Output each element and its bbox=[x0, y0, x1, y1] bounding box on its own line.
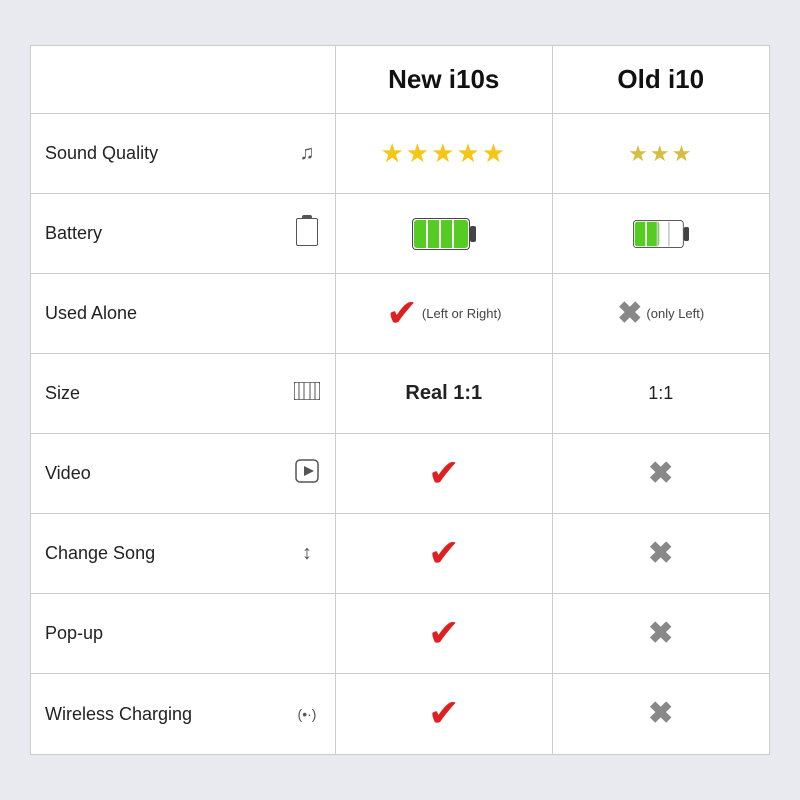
label-video: Video bbox=[31, 434, 336, 513]
stars-old: ★★★ bbox=[628, 141, 693, 167]
old-battery bbox=[553, 194, 770, 273]
new-size: Real 1:1 bbox=[336, 354, 553, 433]
new-sound-quality: ★★★★★ bbox=[336, 114, 553, 193]
used-alone-note-old: (only Left) bbox=[646, 306, 704, 321]
cross-icon: ✖ bbox=[648, 459, 673, 489]
new-popup: ✔ bbox=[336, 594, 553, 673]
new-size-text: Real 1:1 bbox=[405, 382, 482, 405]
label-text: Battery bbox=[45, 223, 283, 244]
label-text: Sound Quality bbox=[45, 143, 283, 164]
new-change-song: ✔ bbox=[336, 514, 553, 593]
cross-icon: ✖ bbox=[648, 619, 673, 649]
cross-icon: ✖ bbox=[648, 699, 673, 729]
label-text: Size bbox=[45, 383, 283, 404]
check-icon: ✔ bbox=[428, 695, 460, 733]
old-size: 1:1 bbox=[553, 354, 770, 433]
new-battery bbox=[336, 194, 553, 273]
row-wireless-charging: Wireless Charging (•·) ✔ ✖ bbox=[31, 674, 769, 754]
stars-new: ★★★★★ bbox=[380, 138, 507, 169]
label-wireless-charging: Wireless Charging (•·) bbox=[31, 674, 336, 754]
row-battery: Battery bbox=[31, 194, 769, 274]
new-wireless-charging: ✔ bbox=[336, 674, 553, 754]
cross-icon: ✖ bbox=[648, 539, 673, 569]
label-used-alone: Used Alone bbox=[31, 274, 336, 353]
old-size-text: 1:1 bbox=[648, 383, 673, 404]
battery-icon bbox=[293, 215, 321, 253]
old-sound-quality: ★★★ bbox=[553, 114, 770, 193]
new-video: ✔ bbox=[336, 434, 553, 513]
old-change-song: ✖ bbox=[553, 514, 770, 593]
label-text: Change Song bbox=[45, 543, 283, 564]
cross-icon-old: ✖ bbox=[617, 299, 642, 329]
row-sound-quality: Sound Quality ♫ ★★★★★ ★★★ bbox=[31, 114, 769, 194]
row-popup: Pop-up ✔ ✖ bbox=[31, 594, 769, 674]
check-icon: ✔ bbox=[428, 615, 460, 653]
check-icon-new: ✔ bbox=[386, 295, 418, 333]
old-popup: ✖ bbox=[553, 594, 770, 673]
label-change-song: Change Song ↕ bbox=[31, 514, 336, 593]
battery-full-svg bbox=[412, 214, 476, 254]
comparison-table: New i10s Old i10 Sound Quality ♫ ★★★★★ ★… bbox=[30, 45, 770, 755]
row-video: Video ✔ ✖ bbox=[31, 434, 769, 514]
label-size: Size bbox=[31, 354, 336, 433]
label-text: Wireless Charging bbox=[45, 704, 283, 725]
header-old-col: Old i10 bbox=[553, 46, 770, 113]
old-used-alone: ✖ (only Left) bbox=[553, 274, 770, 353]
new-used-alone: ✔ (Left or Right) bbox=[336, 274, 553, 353]
music-icon: ♫ bbox=[293, 142, 321, 165]
table-header: New i10s Old i10 bbox=[31, 46, 769, 114]
check-icon: ✔ bbox=[428, 535, 460, 573]
label-battery: Battery bbox=[31, 194, 336, 273]
check-icon: ✔ bbox=[428, 455, 460, 493]
label-popup: Pop-up bbox=[31, 594, 336, 673]
used-alone-note-new: (Left or Right) bbox=[422, 306, 501, 321]
label-sound-quality: Sound Quality ♫ bbox=[31, 114, 336, 193]
row-size: Size Real 1:1 1:1 bbox=[31, 354, 769, 434]
size-icon bbox=[293, 382, 321, 406]
label-text: Video bbox=[45, 463, 283, 484]
label-text: Used Alone bbox=[45, 303, 321, 324]
old-wireless-charging: ✖ bbox=[553, 674, 770, 754]
row-used-alone: Used Alone ✔ (Left or Right) ✖ (only Lef… bbox=[31, 274, 769, 354]
header-new-col: New i10s bbox=[336, 46, 553, 113]
video-icon bbox=[293, 459, 321, 489]
wireless-icon: (•·) bbox=[293, 706, 321, 722]
label-text: Pop-up bbox=[45, 623, 321, 644]
old-video: ✖ bbox=[553, 434, 770, 513]
battery-half-svg bbox=[633, 216, 689, 252]
header-label-col bbox=[31, 46, 336, 113]
change-song-icon: ↕ bbox=[293, 542, 321, 565]
row-change-song: Change Song ↕ ✔ ✖ bbox=[31, 514, 769, 594]
